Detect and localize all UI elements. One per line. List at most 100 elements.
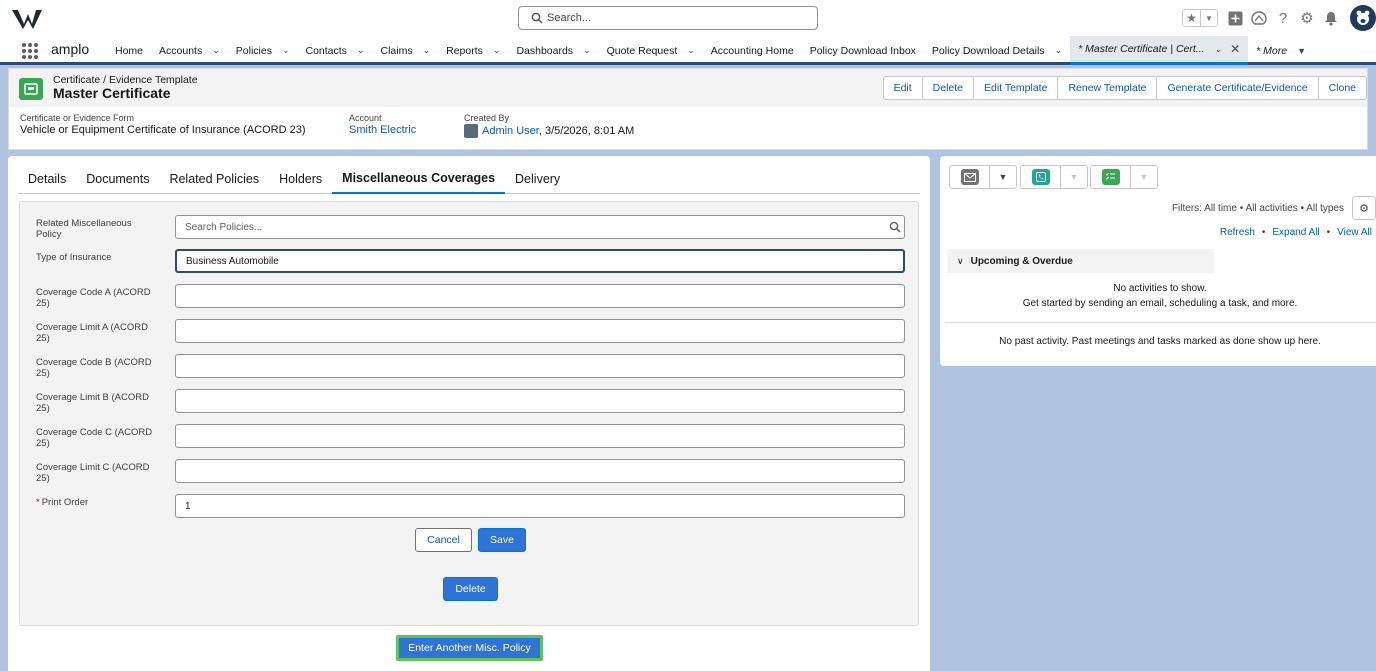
nav-item-label[interactable]: Policy Download Details — [932, 45, 1045, 57]
tab-delivery[interactable]: Delivery — [505, 164, 570, 194]
nav-item-label[interactable]: Policies — [236, 45, 272, 57]
chevron-down-icon[interactable]: ⌄ — [687, 45, 695, 56]
close-icon[interactable]: ✕ — [1230, 42, 1240, 56]
cancel-button[interactable]: Cancel — [415, 528, 472, 552]
new-task-button[interactable] — [1091, 166, 1131, 188]
expand-all-link[interactable]: Expand All — [1272, 227, 1319, 238]
nav-item-accounting-home[interactable]: Accounting Home — [703, 36, 802, 65]
chevron-down-icon[interactable]: ▼ — [1131, 166, 1157, 188]
chevron-down-icon[interactable]: ⌄ — [282, 45, 290, 56]
coverage-code-b-input[interactable] — [175, 354, 905, 378]
upcoming-overdue-section[interactable]: ∨ Upcoming & Overdue — [947, 249, 1214, 273]
chevron-down-icon[interactable]: ∨ — [957, 256, 964, 267]
nav-item-claims[interactable]: Claims ⌄ — [372, 36, 438, 65]
nav-more[interactable]: * More ▼ — [1248, 36, 1314, 65]
favorites-group[interactable]: ★ ▼ — [1182, 9, 1218, 27]
chevron-down-icon[interactable]: ⌄ — [493, 45, 501, 56]
email-action[interactable]: ▼ — [949, 165, 1017, 189]
chevron-down-icon[interactable]: ⌄ — [583, 45, 591, 56]
chevron-down-icon[interactable]: ▼ — [1061, 166, 1087, 188]
log-call-button[interactable] — [1021, 166, 1061, 188]
coverage-code-c-input[interactable] — [175, 424, 905, 448]
form-row-limit-a: Coverage Limit A (ACORD 25) — [20, 319, 920, 349]
chevron-down-icon[interactable]: ⌄ — [212, 45, 220, 56]
view-all-link[interactable]: View All — [1337, 227, 1372, 238]
global-search-input[interactable] — [547, 9, 807, 27]
chevron-down-icon[interactable]: ▼ — [990, 166, 1016, 188]
global-search[interactable] — [518, 6, 818, 30]
global-header: ★ ▼ ? ⚙ — [0, 0, 1376, 36]
new-task-action[interactable]: ▼ — [1090, 165, 1158, 189]
generate-certificate-button[interactable]: Generate Certificate/Evidence — [1156, 76, 1319, 100]
gear-icon[interactable]: ⚙ — [1298, 9, 1316, 27]
chevron-down-icon[interactable]: ▼ — [1297, 46, 1306, 56]
page-title: Master Certificate — [53, 85, 171, 101]
chevron-down-icon[interactable]: ⌄ — [357, 45, 365, 56]
nav-item-label[interactable]: Dashboards — [516, 45, 573, 57]
nav-item-label[interactable]: Home — [115, 45, 143, 57]
tab-miscellaneous-coverages[interactable]: Miscellaneous Coverages — [332, 164, 506, 194]
nav-item-contacts[interactable]: Contacts ⌄ — [298, 36, 373, 65]
amplo-logo[interactable] — [12, 8, 42, 30]
delete-button[interactable]: Delete — [443, 577, 498, 601]
refresh-link[interactable]: Refresh — [1220, 227, 1255, 238]
nav-item-label[interactable]: Accounts — [159, 45, 202, 57]
bell-icon[interactable] — [1322, 9, 1340, 27]
nav-item-home[interactable]: Home — [107, 36, 151, 65]
add-icon[interactable] — [1226, 9, 1244, 27]
nav-item-policy-download-details[interactable]: Policy Download Details ⌄ — [924, 36, 1070, 65]
chevron-down-icon[interactable]: ⌄ — [423, 45, 431, 56]
nav-more-label[interactable]: * More — [1256, 45, 1287, 57]
clone-button[interactable]: Clone — [1317, 76, 1367, 100]
account-link[interactable]: Smith Electric — [349, 124, 416, 136]
app-launcher-icon[interactable] — [22, 43, 38, 59]
save-button[interactable]: Save — [478, 528, 526, 552]
related-policy-lookup[interactable] — [175, 215, 905, 239]
chevron-down-icon[interactable]: ⌄ — [1215, 44, 1223, 55]
coverage-limit-b-input[interactable] — [175, 389, 905, 413]
coverage-code-a-input[interactable] — [175, 284, 905, 308]
nav-item-accounts[interactable]: Accounts ⌄ — [151, 36, 228, 65]
help-icon[interactable]: ? — [1274, 9, 1292, 27]
coverage-limit-a-input[interactable] — [175, 319, 905, 343]
nav-item-label[interactable]: Claims — [380, 45, 412, 57]
tab-documents[interactable]: Documents — [76, 164, 159, 194]
coverage-limit-c-input[interactable] — [175, 459, 905, 483]
nav-item-label[interactable]: Quote Request — [607, 45, 678, 57]
link-separator: • — [1326, 227, 1331, 238]
nav-item-policy-download-inbox[interactable]: Policy Download Inbox — [802, 36, 924, 65]
favorites-star-icon[interactable]: ★ — [1183, 10, 1201, 26]
edit-template-button[interactable]: Edit Template — [973, 76, 1059, 100]
print-order-input[interactable] — [175, 494, 905, 518]
search-icon[interactable] — [889, 221, 901, 233]
renew-template-button[interactable]: Renew Template — [1057, 76, 1158, 100]
enter-another-misc-policy-button[interactable]: Enter Another Misc. Policy — [396, 635, 543, 661]
trailhead-icon[interactable] — [1250, 9, 1268, 27]
nav-item-label[interactable]: Policy Download Inbox — [810, 45, 916, 57]
certificate-record-icon — [19, 78, 43, 100]
nav-item-label[interactable]: Contacts — [306, 45, 347, 57]
nav-item-label[interactable]: Reports — [446, 45, 483, 57]
email-button[interactable] — [950, 166, 990, 188]
chevron-down-icon[interactable]: ⌄ — [1055, 45, 1063, 56]
tab-details[interactable]: Details — [18, 164, 76, 194]
workspace-tab-master-certificate[interactable]: * Master Certificate | Cert... ⌄ ✕ — [1070, 36, 1249, 65]
tab-holders[interactable]: Holders — [269, 164, 332, 194]
related-policy-label: Related Miscellaneous Policy — [36, 218, 132, 240]
tab-related-policies[interactable]: Related Policies — [159, 164, 269, 194]
edit-button[interactable]: Edit — [882, 76, 923, 100]
avatar[interactable] — [1350, 5, 1376, 31]
type-of-insurance-input[interactable] — [175, 249, 905, 273]
delete-record-button[interactable]: Delete — [921, 76, 975, 100]
nav-item-policies[interactable]: Policies ⌄ — [228, 36, 298, 65]
created-by-user-link[interactable]: Admin User — [482, 125, 539, 137]
nav-item-label[interactable]: Accounting Home — [711, 45, 794, 57]
workspace-tab-label[interactable]: * Master Certificate | Cert... — [1078, 43, 1204, 55]
gear-icon[interactable]: ⚙ — [1352, 196, 1376, 220]
nav-item-dashboards[interactable]: Dashboards ⌄ — [508, 36, 598, 65]
nav-item-quote-request[interactable]: Quote Request ⌄ — [599, 36, 703, 65]
nav-item-reports[interactable]: Reports ⌄ — [438, 36, 508, 65]
log-call-action[interactable]: ▼ — [1020, 165, 1088, 189]
chevron-down-icon[interactable]: ▼ — [1201, 10, 1217, 26]
coverage-limit-b-label: Coverage Limit B (ACORD 25) — [36, 392, 149, 414]
